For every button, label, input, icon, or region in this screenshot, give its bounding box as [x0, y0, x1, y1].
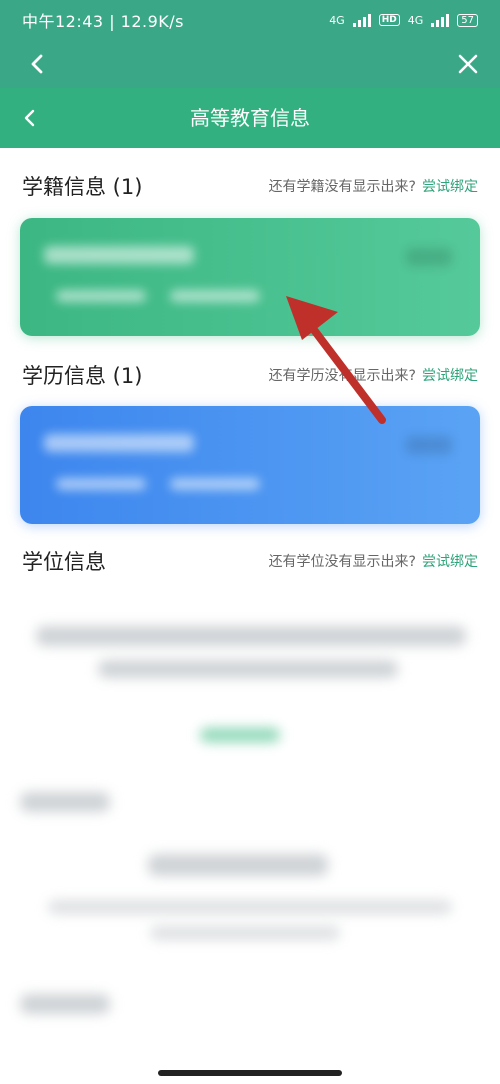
- blurred-link: [200, 728, 280, 742]
- section-degree-header: 学位信息 还有学位没有显示出来? 尝试绑定: [22, 546, 478, 576]
- status-icons: 4G HD 4G 57: [329, 13, 478, 27]
- top-nav-bar: [0, 40, 500, 88]
- section-title: 学位信息: [22, 550, 106, 574]
- battery-icon: 57: [457, 13, 478, 27]
- close-icon[interactable]: [454, 50, 482, 78]
- network-4g-label-2: 4G: [407, 13, 424, 27]
- bind-link[interactable]: 尝试绑定: [422, 551, 478, 571]
- blurred-text: [56, 290, 146, 302]
- blurred-badge: [406, 248, 452, 266]
- page-header: 高等教育信息: [0, 88, 500, 148]
- blurred-text: [170, 478, 260, 490]
- page-title: 高等教育信息: [190, 106, 310, 130]
- section-title: 学籍信息 (1): [22, 175, 143, 199]
- education-record-card[interactable]: [20, 406, 480, 524]
- bind-link[interactable]: 尝试绑定: [422, 176, 478, 196]
- blurred-text: [98, 660, 398, 678]
- signal-icon-2: [431, 13, 450, 27]
- status-bar: 中午12:43 | 12.9K/s 4G HD 4G 57: [0, 0, 500, 40]
- back-arrow-icon[interactable]: [24, 50, 52, 78]
- hd-badge: HD: [378, 14, 400, 26]
- status-time-speed: 中午12:43 | 12.9K/s: [22, 12, 185, 31]
- blurred-text: [148, 854, 328, 876]
- section-enrollment-header: 学籍信息 (1) 还有学籍没有显示出来? 尝试绑定: [22, 171, 478, 201]
- blurred-text: [44, 246, 194, 264]
- blurred-text: [36, 626, 466, 646]
- network-4g-label: 4G: [329, 13, 345, 27]
- bind-link[interactable]: 尝试绑定: [422, 365, 478, 385]
- blurred-text: [48, 900, 452, 914]
- section-title: 学历信息 (1): [22, 364, 143, 388]
- signal-icon: [352, 13, 371, 27]
- blurred-text: [20, 792, 110, 812]
- enrollment-card[interactable]: [20, 218, 480, 336]
- blurred-text: [170, 290, 260, 302]
- blurred-text: [44, 434, 194, 452]
- section-hint: 还有学历没有显示出来?: [268, 368, 416, 384]
- blurred-text: [56, 478, 146, 490]
- section-hint: 还有学籍没有显示出来?: [268, 179, 416, 195]
- content-area: 学籍信息 (1) 还有学籍没有显示出来? 尝试绑定 学历信息 (1) 还有学历没…: [0, 148, 500, 1084]
- blurred-text: [20, 994, 110, 1014]
- section-degree-record-header: 学历信息 (1) 还有学历没有显示出来? 尝试绑定: [22, 360, 478, 390]
- blurred-text: [150, 926, 340, 940]
- section-hint: 还有学位没有显示出来?: [268, 554, 416, 570]
- home-indicator[interactable]: [158, 1070, 342, 1076]
- blurred-badge: [406, 436, 452, 454]
